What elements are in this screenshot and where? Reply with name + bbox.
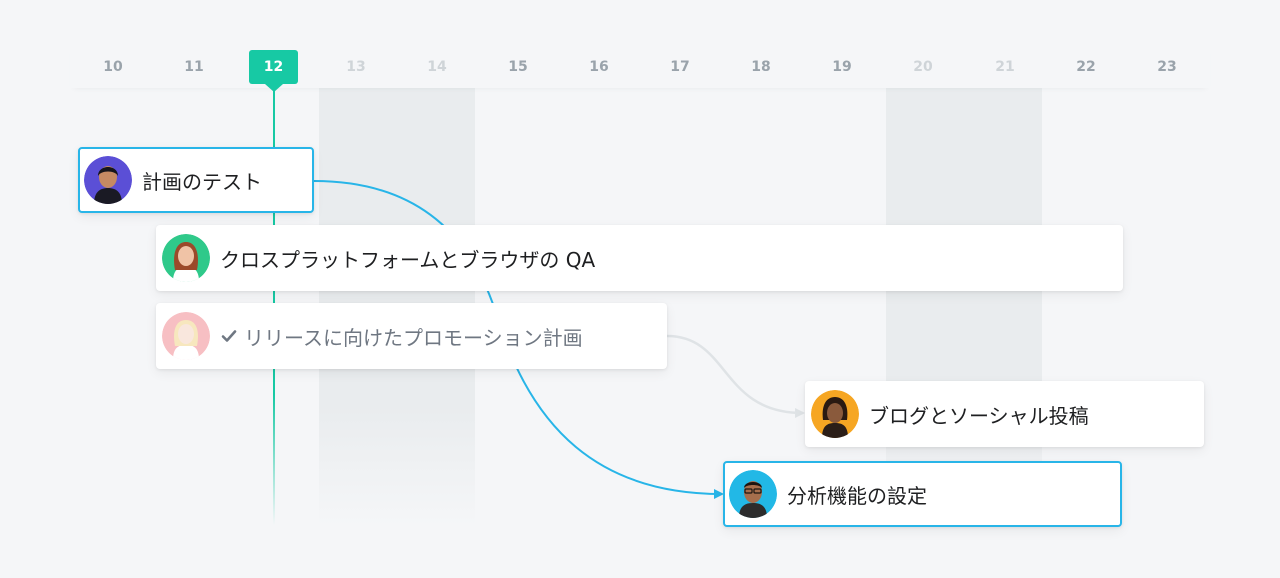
- task-name: クロスプラットフォームとブラウザの QA: [220, 247, 596, 272]
- dependency-arrow[interactable]: [666, 334, 805, 418]
- avatar[interactable]: [729, 470, 777, 518]
- task-name: 計画のテスト: [142, 169, 262, 194]
- avatar[interactable]: [84, 156, 132, 204]
- task-name: リリースに向けたプロモーション計画: [244, 325, 583, 350]
- timeline-view: 10 11 12 13 14 15 16 17 18 19 20 21 22 2…: [0, 0, 1280, 578]
- task-bar[interactable]: リリースに向けたプロモーション計画: [156, 303, 667, 369]
- avatar[interactable]: [811, 390, 859, 438]
- check-icon[interactable]: [220, 327, 238, 345]
- task-name: 分析機能の設定: [787, 483, 927, 508]
- task-bar[interactable]: クロスプラットフォームとブラウザの QA: [156, 225, 1123, 291]
- avatar[interactable]: [162, 234, 210, 282]
- task-bar[interactable]: 分析機能の設定: [723, 461, 1122, 527]
- task-name: ブログとソーシャル投稿: [869, 403, 1089, 428]
- task-bar[interactable]: 計画のテスト: [78, 147, 314, 213]
- avatar[interactable]: [162, 312, 210, 360]
- task-bar[interactable]: ブログとソーシャル投稿: [805, 381, 1204, 447]
